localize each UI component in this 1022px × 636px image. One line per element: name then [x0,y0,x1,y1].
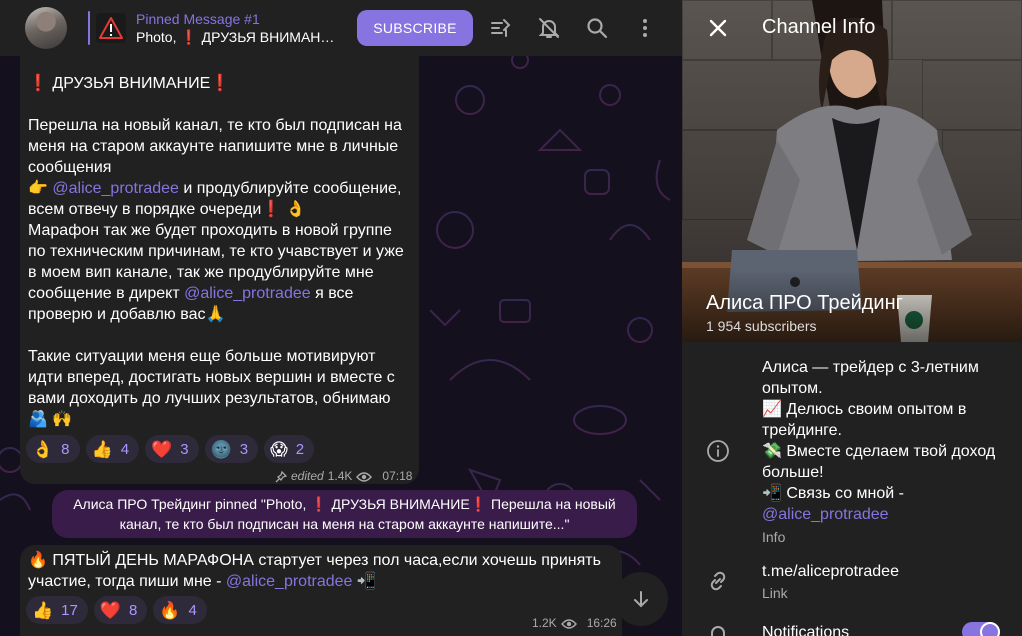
channel-post[interactable]: ❗ ДРУЗЬЯ ВНИМАНИЕ❗ Перешла на новый кана… [20,56,419,484]
post-time: 07:18 [382,469,413,483]
post-paragraph: 🔥 ПЯТЫЙ ДЕНЬ МАРАФОНА стартует через пол… [28,552,601,590]
close-icon[interactable] [706,16,730,40]
pin-icon [275,470,287,482]
pinned-indicator [88,11,90,45]
arrow-down-icon [634,591,648,608]
reaction-chip[interactable]: 🔥 4 [153,596,207,624]
scroll-down-button[interactable] [614,572,668,626]
link-label: Link [762,585,788,601]
info-label: Info [762,529,786,545]
panel-title: Channel Info [762,16,876,38]
channel-info-panel: Channel Info Алиса ПРО Трейдинг 1 954 su… [682,0,1022,636]
reaction-chip[interactable]: 👍 4 [85,435,140,463]
subscriber-count: 1 954 subscribers [706,318,817,334]
mention-link[interactable]: @alice_protradee [762,506,889,523]
chat-area: Pinned Message #1 Photo, ❗ ДРУЗЬЯ ВНИМАН… [0,0,682,636]
pinned-title: Pinned Message #1 [136,11,260,27]
search-icon[interactable] [585,16,609,40]
reaction-list: 👌 8 👍 4 ❤️ 3 🌚 3 😱 2 [26,435,315,463]
warning-icon [99,17,123,39]
mention-link[interactable]: @alice_protradee [226,573,353,590]
eye-icon [560,618,577,629]
more-vertical-icon[interactable] [633,16,657,40]
notifications-toggle[interactable] [962,622,1000,636]
bell-icon [711,626,725,636]
channel-description: Алиса — трейдер с 3-летним опытом. 📈 Дел… [762,359,996,523]
pinned-service-message[interactable]: Алиса ПРО Трейдинг pinned "Photo, ❗ ДРУЗ… [52,490,637,538]
subscribe-button[interactable]: SUBSCRIBE [357,10,473,46]
reaction-chip[interactable]: ❤️ 8 [93,596,148,624]
views-count: 1.2K [532,616,557,630]
panel-header: Channel Info [682,0,1022,56]
edited-label: edited [291,469,324,483]
pinned-thumbnail [96,13,126,43]
mention-link[interactable]: @alice_protradee [184,285,311,302]
post-paragraph: Такие ситуации меня еще больше мотивирую… [28,348,395,428]
post-heading: ❗ ДРУЗЬЯ ВНИМАНИЕ❗ [28,75,231,92]
eye-icon [356,471,373,482]
channel-avatar[interactable] [25,7,67,49]
reaction-chip[interactable]: 🌚 3 [204,435,259,463]
pinned-preview: Photo, ❗ ДРУЗЬЯ ВНИМАНИЕ❗ [136,29,341,45]
telegram-window: Pinned Message #1 Photo, ❗ ДРУЗЬЯ ВНИМАН… [0,0,1022,636]
post-paragraph: 👉 @alice_protradee и продублируйте сообщ… [28,180,402,218]
boost-icon[interactable] [489,16,513,40]
views-count: 1.4K [327,469,353,483]
post-meta: edited 1.4K 07:18 [275,466,412,487]
channel-link[interactable]: t.me/aliceprotradee [762,561,1002,582]
reaction-chip[interactable]: ❤️ 3 [145,435,199,463]
reaction-chip[interactable]: 😱 2 [264,435,315,463]
chat-header: Pinned Message #1 Photo, ❗ ДРУЗЬЯ ВНИМАН… [0,0,682,56]
reaction-list: 👍 17 ❤️ 8 🔥 4 [26,596,207,624]
post-paragraph: Марафон так же будет проходить в новой г… [28,222,404,323]
pinned-message-bar[interactable]: Pinned Message #1 Photo, ❗ ДРУЗЬЯ ВНИМАН… [88,10,341,46]
link-icon [710,571,726,591]
channel-post[interactable]: 🔥 ПЯТЫЙ ДЕНЬ МАРАФОНА стартует через пол… [20,545,622,636]
reaction-chip[interactable]: 👌 8 [26,435,80,463]
info-icon [707,440,729,462]
mention-link[interactable]: @alice_protradee [52,180,179,197]
reaction-chip[interactable]: 👍 17 [26,596,88,624]
post-meta: 1.2K 16:26 [532,613,617,634]
channel-name: Алиса ПРО Трейдинг [706,292,903,314]
post-paragraph: Перешла на новый канал, те кто был подпи… [28,117,402,176]
post-time: 16:26 [586,616,617,630]
mute-bell-icon[interactable] [537,16,561,40]
